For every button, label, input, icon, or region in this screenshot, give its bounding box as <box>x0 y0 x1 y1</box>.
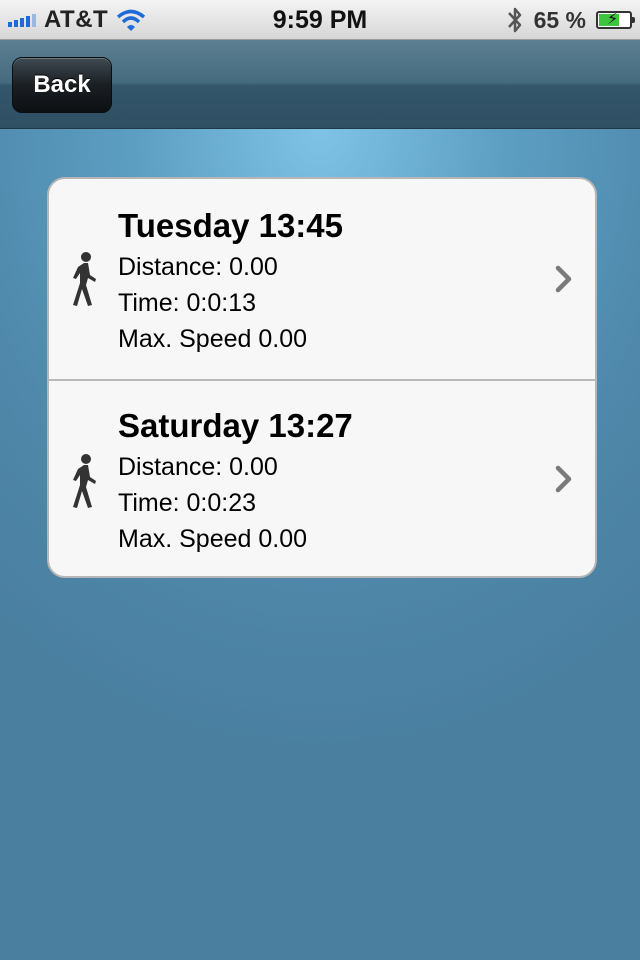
status-bar-right: 65 % ⚡ <box>506 0 635 40</box>
run-row[interactable]: Tuesday 13:45 Distance: 0.00 Time: 0:0:1… <box>49 179 595 379</box>
chevron-right-icon <box>555 265 572 293</box>
bluetooth-icon <box>507 7 521 33</box>
run-row[interactable]: Saturday 13:27 Distance: 0.00 Time: 0:0:… <box>49 379 595 576</box>
chevron-right-icon <box>555 465 572 493</box>
battery-charging-icon: ⚡ <box>596 11 635 29</box>
content-area: Tuesday 13:45 Distance: 0.00 Time: 0:0:1… <box>0 129 640 960</box>
status-bar: AT&T 9:59 PM 65 % ⚡ <box>0 0 640 40</box>
run-time: Time: 0:0:13 <box>118 289 257 317</box>
walking-person-icon <box>73 454 96 508</box>
run-max-speed: Max. Speed 0.00 <box>118 325 308 353</box>
back-button[interactable]: Back <box>12 57 112 113</box>
run-distance: Distance: 0.00 <box>118 453 278 481</box>
navigation-bar: Back <box>0 40 640 129</box>
run-title: Saturday 13:27 <box>118 407 353 444</box>
run-title: Tuesday 13:45 <box>118 207 344 244</box>
walking-person-icon <box>73 252 96 306</box>
run-time: Time: 0:0:23 <box>118 489 257 517</box>
charging-bolt-icon: ⚡ <box>607 11 619 28</box>
run-max-speed: Max. Speed 0.00 <box>118 525 308 553</box>
runs-table: Tuesday 13:45 Distance: 0.00 Time: 0:0:1… <box>47 177 597 578</box>
run-distance: Distance: 0.00 <box>118 253 278 281</box>
battery-percent: 65 % <box>533 6 586 33</box>
